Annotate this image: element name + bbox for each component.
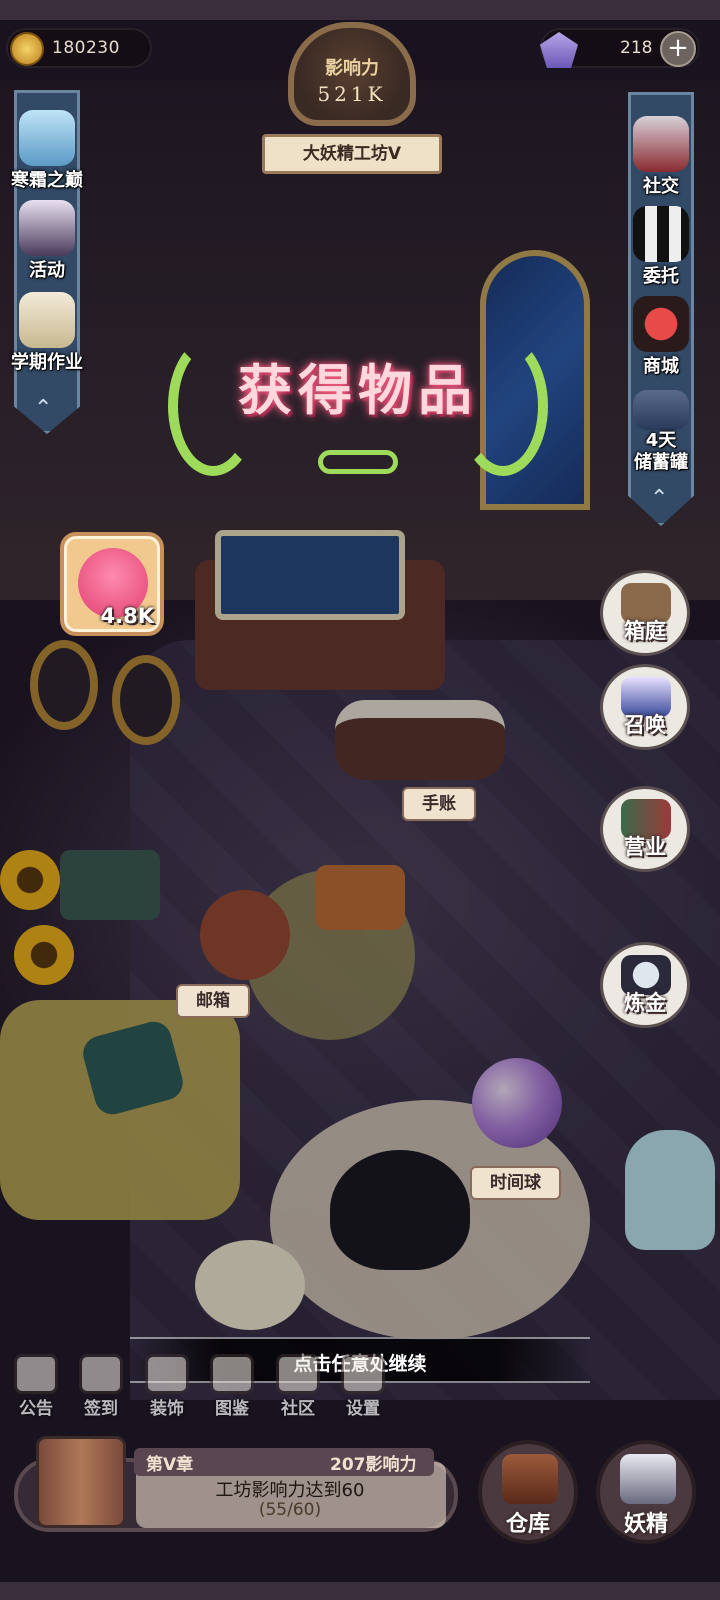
homework-icon [19,292,75,348]
influence-label: 影响力 [325,58,379,79]
bubble-garden-box[interactable]: 箱庭 [600,570,690,656]
coin-value: 180230 [52,38,120,58]
menu-settings[interactable]: 设置 [335,1354,391,1419]
collection-icon [210,1354,254,1394]
quest-title: 工坊影响力达到60 [215,1480,365,1501]
warehouse-button[interactable]: 仓库 [478,1440,578,1544]
mailbox-label[interactable]: 邮箱 [176,984,250,1018]
right-menu-social[interactable]: 社交 [616,116,706,198]
menu-collection[interactable]: 图鉴 [204,1354,260,1419]
reward-title: 获得物品 [238,358,478,422]
bubble-label: 召唤 [624,713,666,737]
left-menu-label: 学期作业 [11,352,83,373]
menu-community[interactable]: 社区 [270,1354,326,1419]
menu-label: 装饰 [150,1399,184,1419]
notebook-label[interactable]: 手账 [402,787,476,821]
bubble-label: 箱庭 [624,619,666,643]
left-menu-label: 活动 [29,260,65,281]
piggy-bank-icon [633,390,689,430]
menu-decor[interactable]: 装饰 [139,1354,195,1419]
right-menu-shop[interactable]: 商城 [616,296,706,378]
reward-item-card[interactable]: 4.8K [60,532,164,636]
menu-label: 图鉴 [215,1399,249,1419]
chevron-up-icon[interactable]: ⌃ [650,486,668,511]
menu-label: 社区 [281,1399,315,1419]
bubble-summon[interactable]: 召唤 [600,664,690,750]
fairy-icon [620,1454,676,1504]
menu-label: 设置 [346,1399,380,1419]
notice-icon [14,1354,58,1394]
influence-badge[interactable]: 影响力 521K [288,22,416,126]
time-orb-label[interactable]: 时间球 [470,1166,561,1200]
coin-counter[interactable]: 180230 [6,28,152,68]
right-menu-label: 商城 [643,356,679,377]
gem-icon [540,32,578,68]
right-menu-label: 委托 [643,266,679,287]
bubble-label: 营业 [624,835,666,859]
warehouse-label: 仓库 [505,1512,550,1537]
warehouse-icon [502,1454,558,1504]
settings-icon [341,1354,385,1394]
left-menu-frost-peak[interactable]: 寒霜之巅 [2,110,92,192]
bubble-label: 炼金 [624,991,666,1015]
menu-label: 签到 [84,1399,118,1419]
bubble-alchemy[interactable]: 炼金 [600,942,690,1028]
right-menu-label: 社交 [643,176,679,197]
influence-value: 521K [317,82,387,106]
chapter-name: 第V章 [146,1455,194,1475]
add-gems-button[interactable]: + [660,31,696,67]
right-menu-label: 4天 储蓄罐 [634,430,688,473]
workshop-level-ribbon: 大妖精工坊V [262,134,442,174]
game-scene[interactable]: 180230 218 + 影响力 521K 大妖精工坊V 寒霜之巅 活动 学期作… [0,0,720,1600]
decor-icon [145,1354,189,1394]
checkin-icon [79,1354,123,1394]
event-icon [19,200,75,256]
reward-item-amount: 4.8K [100,604,154,628]
coin-icon [10,32,44,66]
reward-title-banner: 获得物品 [168,330,548,480]
left-menu-label: 寒霜之巅 [11,170,83,191]
top-edge [0,0,720,20]
chevron-up-icon[interactable]: ⌃ [34,396,52,421]
frost-peak-icon [19,110,75,166]
quest-book-icon[interactable] [36,1436,126,1528]
bubble-business[interactable]: 营业 [600,786,690,872]
quest-progress: (55/60) [258,1500,322,1520]
left-menu-event[interactable]: 活动 [2,200,92,282]
menu-checkin[interactable]: 签到 [73,1354,129,1419]
chapter-reward: 207影响力 [330,1455,417,1475]
bottom-edge [0,1582,720,1600]
fairy-button[interactable]: 妖精 [596,1440,696,1544]
ornament-icon [318,450,398,474]
right-menu-piggy-bank[interactable]: 4天 储蓄罐 [616,390,706,474]
social-icon [633,116,689,172]
right-menu-commission[interactable]: 委托 [616,206,706,288]
gem-value: 218 [620,38,653,58]
menu-notice[interactable]: 公告 [8,1354,64,1419]
community-icon [276,1354,320,1394]
commission-icon [633,206,689,262]
menu-label: 公告 [19,1399,53,1419]
fairy-label: 妖精 [623,1512,668,1537]
left-menu-homework[interactable]: 学期作业 [2,292,92,374]
gem-counter[interactable]: 218 + [540,28,700,68]
shop-icon [633,296,689,352]
